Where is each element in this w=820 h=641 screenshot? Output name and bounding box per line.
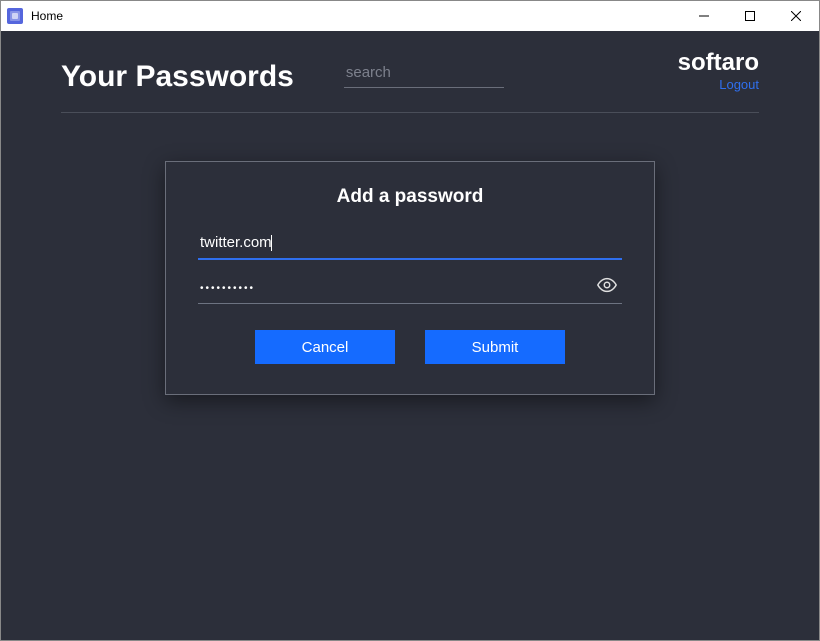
window-title: Home [31, 9, 681, 23]
password-mask: •••••••••• [200, 283, 255, 294]
toggle-password-visibility-button[interactable] [596, 274, 618, 301]
password-field-row: •••••••••• [198, 274, 622, 304]
window-titlebar: Home [1, 1, 819, 31]
close-button[interactable] [773, 1, 819, 31]
site-field-row: twitter.com [198, 230, 622, 260]
app-body: Your Passwords softaro Logout Add a pass… [1, 31, 819, 640]
eye-icon [596, 283, 618, 300]
site-input[interactable]: twitter.com [198, 230, 622, 260]
modal-title: Add a password [198, 186, 622, 208]
cancel-button[interactable]: Cancel [255, 330, 395, 364]
minimize-button[interactable] [681, 1, 727, 31]
add-password-modal: Add a password twitter.com •••••••••• [165, 161, 655, 395]
password-input[interactable]: •••••••••• [198, 274, 622, 304]
logout-link[interactable]: Logout [719, 77, 759, 92]
text-cursor [271, 235, 272, 251]
window-controls [681, 1, 819, 31]
app-window: Home Your Passwords softaro Logout [0, 0, 820, 641]
maximize-button[interactable] [727, 1, 773, 31]
brand-name: softaro [678, 51, 759, 75]
page-header: Your Passwords softaro Logout [1, 31, 819, 94]
brand-block: softaro Logout [678, 51, 759, 94]
submit-button[interactable]: Submit [425, 330, 565, 364]
header-divider [61, 112, 759, 113]
search-wrap [344, 60, 504, 94]
search-input[interactable] [344, 60, 504, 88]
site-input-value: twitter.com [200, 234, 272, 251]
modal-button-row: Cancel Submit [198, 330, 622, 364]
app-icon [7, 8, 23, 24]
page-title: Your Passwords [61, 60, 294, 94]
